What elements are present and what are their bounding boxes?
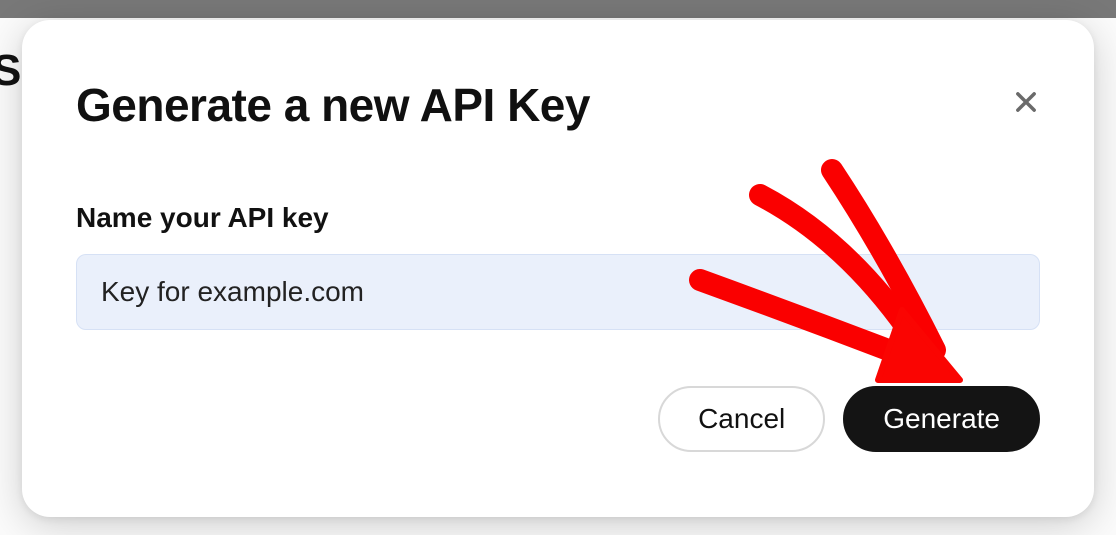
close-icon (1012, 88, 1040, 116)
close-button[interactable] (1006, 82, 1046, 122)
name-field-section: Name your API key (76, 202, 1040, 330)
generate-api-key-modal: Generate a new API Key Name your API key… (22, 20, 1094, 517)
api-key-name-input[interactable] (76, 254, 1040, 330)
modal-header: Generate a new API Key (76, 78, 1040, 132)
cancel-button[interactable]: Cancel (658, 386, 825, 452)
modal-button-row: Cancel Generate (76, 386, 1040, 452)
name-field-label: Name your API key (76, 202, 1040, 234)
generate-button[interactable]: Generate (843, 386, 1040, 452)
modal-title: Generate a new API Key (76, 78, 590, 132)
background-partial-text: S (0, 46, 21, 96)
